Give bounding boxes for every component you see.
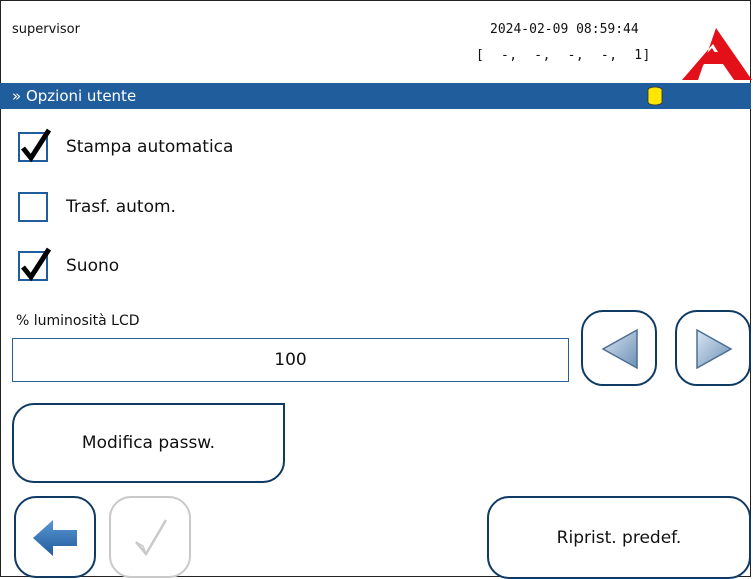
option-sound[interactable]: Suono [18,247,120,282]
confirm-button[interactable] [109,496,191,578]
back-button[interactable] [14,496,96,578]
auto-transfer-label: Trasf. autom. [66,197,176,217]
lcd-brightness-label: % luminosità LCD [16,313,140,329]
checkmark-icon [21,128,52,163]
decrease-brightness-button[interactable] [581,310,657,386]
checkmark-icon [135,519,168,557]
page-title: » Opzioni utente [12,87,137,105]
database-icon [647,86,663,106]
reset-defaults-button[interactable]: Riprist. predef. [487,496,751,579]
lcd-brightness-field[interactable]: 100 [12,338,569,382]
datetime-label: 2024-02-09 08:59:44 [490,22,639,37]
brand-logo-icon [682,28,752,80]
auto-transfer-checkbox[interactable] [18,192,48,222]
sound-label: Suono [66,256,120,276]
checkmark-icon [21,247,52,282]
username-label: supervisor [12,22,80,37]
change-password-button[interactable]: Modifica passw. [12,403,285,483]
sound-checkbox[interactable] [18,247,52,282]
counters-label: [ -, -, -, -, 1] [476,48,651,63]
increase-brightness-button[interactable] [675,310,751,386]
option-auto-transfer[interactable]: Trasf. autom. [18,192,176,222]
auto-print-label: Stampa automatica [66,137,234,157]
back-arrow-icon [33,520,77,556]
auto-print-checkbox[interactable] [18,128,52,163]
title-bar: » Opzioni utente [0,83,751,109]
option-auto-print[interactable]: Stampa automatica [18,128,234,163]
arrow-right-icon [696,328,733,370]
arrow-left-icon [601,328,638,370]
